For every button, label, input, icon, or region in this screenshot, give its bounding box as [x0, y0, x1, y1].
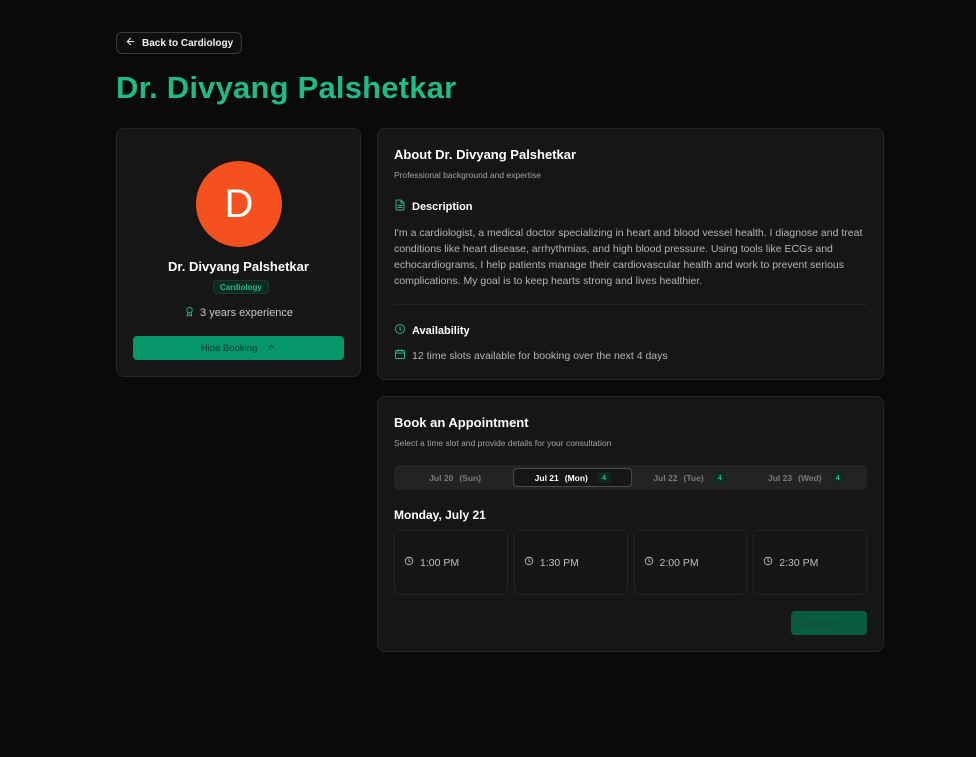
- clock-icon: [763, 556, 773, 569]
- availability-heading-label: Availability: [412, 324, 470, 337]
- date-tab-jul-20[interactable]: Jul 20 (Sun): [397, 468, 513, 487]
- booking-title: Book an Appointment: [394, 415, 529, 430]
- doctor-name: Dr. Divyang Palshetkar: [168, 259, 309, 274]
- time-slot[interactable]: 2:30 PM: [753, 530, 867, 595]
- availability-text: 12 time slots available for booking over…: [412, 349, 668, 362]
- hide-booking-label: Hide Booking: [200, 342, 258, 354]
- availability-heading: Availability: [394, 323, 470, 338]
- divider: [394, 304, 867, 305]
- clock-icon: [404, 556, 414, 569]
- continue-button[interactable]: Continue: [791, 611, 867, 635]
- selected-day-heading: Monday, July 21: [394, 508, 486, 522]
- experience-text: 3 years experience: [200, 307, 293, 319]
- slot-count-badge: 4: [713, 472, 726, 483]
- time-slots: 1:00 PM 1:30 PM 2:00 PM 2:30 PM: [394, 530, 867, 595]
- avatar: D: [196, 161, 282, 247]
- description-heading: Description: [394, 199, 473, 214]
- time-slot-label: 2:00 PM: [659, 556, 699, 569]
- chevron-right-icon: [851, 618, 859, 629]
- date-tab-date: Jul 21: [534, 472, 559, 483]
- page-title: Dr. Divyang Palshetkar: [116, 70, 457, 105]
- date-tabs: Jul 20 (Sun) Jul 21 (Mon) 4 Jul 22 (Tue)…: [394, 465, 867, 490]
- slot-count-badge: 4: [597, 472, 611, 483]
- about-subtitle: Professional background and expertise: [394, 170, 541, 180]
- time-slot-label: 1:00 PM: [420, 556, 460, 569]
- time-slot[interactable]: 1:00 PM: [394, 530, 508, 595]
- booking-subtitle: Select a time slot and provide details f…: [394, 438, 612, 448]
- description-heading-label: Description: [412, 200, 473, 213]
- time-slot-label: 2:30 PM: [779, 556, 819, 569]
- experience-info: 3 years experience: [117, 306, 360, 320]
- date-tab-date: Jul 20: [429, 472, 454, 483]
- availability-info: 12 time slots available for booking over…: [394, 348, 668, 363]
- hide-booking-button[interactable]: Hide Booking: [133, 336, 344, 360]
- date-tab-jul-22[interactable]: Jul 22 (Tue) 4: [632, 468, 748, 487]
- continue-label: Continue: [798, 617, 838, 629]
- about-card: About Dr. Divyang Palshetkar Professiona…: [377, 128, 884, 380]
- clock-icon: [644, 556, 654, 569]
- arrow-left-icon: [125, 36, 136, 50]
- booking-card: Book an Appointment Select a time slot a…: [377, 396, 884, 652]
- doctor-profile-card: D Dr. Divyang Palshetkar Cardiology 3 ye…: [116, 128, 361, 377]
- award-icon: [184, 306, 195, 320]
- chevron-up-icon: [267, 342, 276, 354]
- slot-count-badge: 4: [831, 472, 844, 483]
- specialty-badge: Cardiology: [213, 280, 269, 294]
- date-tab-day: (Wed): [798, 472, 822, 483]
- about-title: About Dr. Divyang Palshetkar: [394, 147, 577, 162]
- back-to-cardiology-button[interactable]: Back to Cardiology: [116, 32, 243, 54]
- description-text: I'm a cardiologist, a medical doctor spe…: [394, 227, 863, 287]
- file-text-icon: [394, 199, 406, 214]
- time-slot[interactable]: 2:00 PM: [633, 530, 748, 595]
- time-slot-label: 1:30 PM: [539, 556, 579, 569]
- back-button-label: Back to Cardiology: [142, 37, 234, 49]
- clock-icon: [394, 323, 406, 338]
- clock-icon: [524, 556, 534, 569]
- date-tab-jul-23[interactable]: Jul 23 (Wed) 4: [748, 468, 864, 487]
- calendar-icon: [394, 348, 406, 363]
- date-tab-date: Jul 22: [653, 472, 678, 483]
- time-slot[interactable]: 1:30 PM: [513, 530, 628, 595]
- date-tab-date: Jul 23: [768, 472, 793, 483]
- date-tab-day: (Tue): [683, 472, 704, 483]
- date-tab-jul-21[interactable]: Jul 21 (Mon) 4: [513, 468, 632, 487]
- date-tab-day: (Sun): [459, 472, 482, 483]
- date-tab-day: (Mon): [564, 472, 588, 483]
